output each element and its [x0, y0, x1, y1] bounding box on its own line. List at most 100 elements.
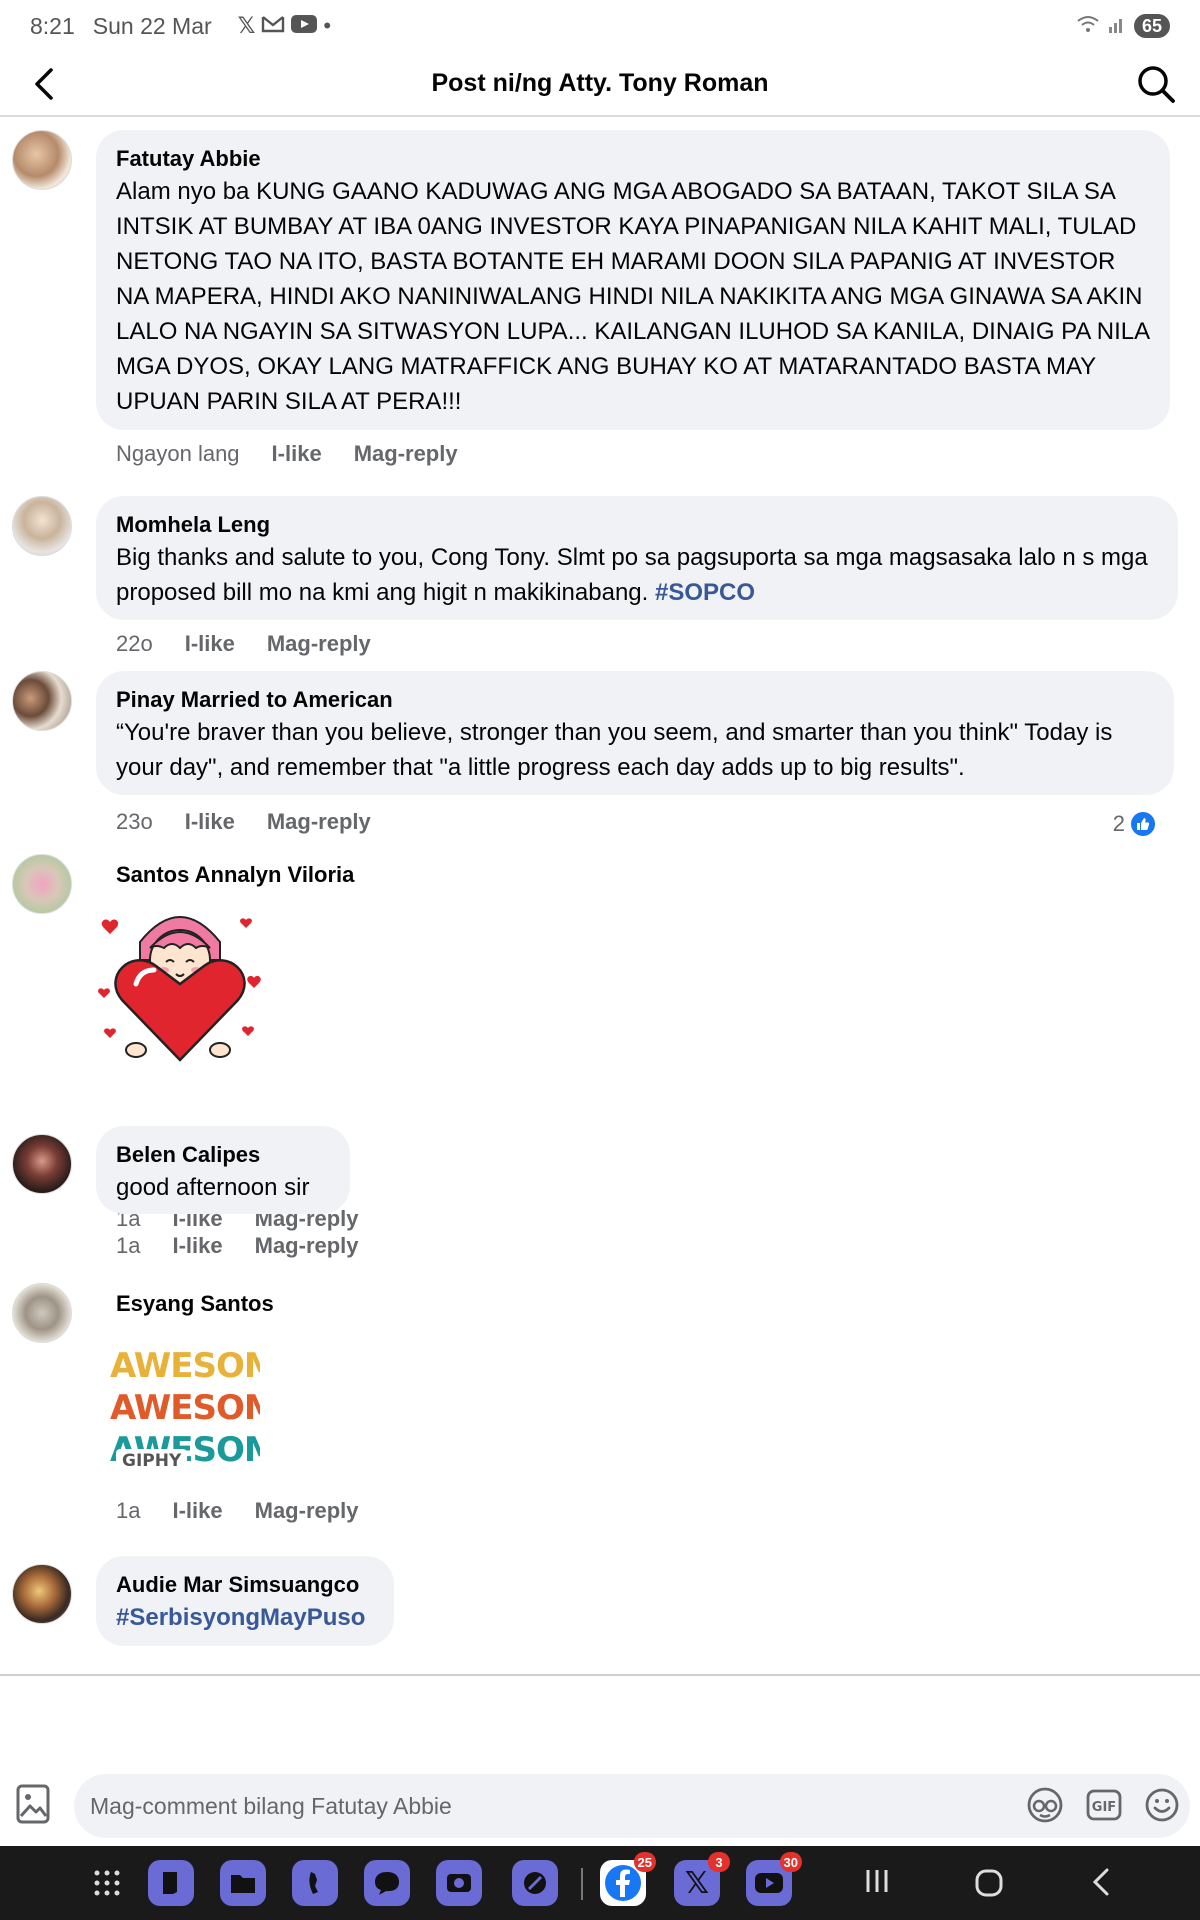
comment-text: Big thanks and salute to you, Cong Tony.…	[116, 544, 1148, 606]
battery-indicator: 65	[1133, 14, 1170, 38]
comment-author[interactable]: Belen Calipes	[116, 1140, 330, 1170]
comment-actions: 23o I-like Mag-reply	[116, 809, 371, 835]
avatar[interactable]	[12, 1134, 72, 1194]
like-button[interactable]: I-like	[185, 809, 235, 835]
like-button[interactable]: I-like	[172, 1233, 222, 1259]
comment-actions: 1a I-like Mag-reply	[116, 1233, 359, 1259]
reply-button[interactable]: Mag-reply	[267, 809, 371, 835]
comment-composer: Mag-comment bilang Fatutay Abbie GIF	[0, 1766, 1200, 1846]
status-time: 8:21	[30, 12, 75, 39]
camera-app-icon[interactable]	[436, 1860, 482, 1906]
emoji-icon[interactable]	[1144, 1787, 1180, 1828]
giphy-label: GIPHY	[116, 1449, 188, 1473]
comment-bubble: Momhela Leng Big thanks and salute to yo…	[96, 496, 1178, 620]
hashtag-link[interactable]: #SOPCO	[655, 579, 755, 606]
reply-button[interactable]: Mag-reply	[255, 1233, 359, 1259]
comment-bubble: Belen Calipes good afternoon sir	[96, 1126, 350, 1214]
dot-icon: •	[323, 13, 332, 38]
comment-author[interactable]: Fatutay Abbie	[116, 144, 1150, 174]
reply-button[interactable]: Mag-reply	[267, 631, 371, 657]
comment-author[interactable]: Audie Mar Simsuangco	[116, 1570, 374, 1600]
notification-badge: 3	[708, 1852, 730, 1872]
files-app-icon[interactable]	[220, 1860, 266, 1906]
comment-bubble: Audie Mar Simsuangco #SerbisyongMayPuso	[96, 1556, 394, 1646]
comment-bubble: Pinay Married to American “You're braver…	[96, 671, 1174, 795]
status-date: Sun 22 Mar	[92, 12, 212, 39]
signal-icon	[1108, 15, 1126, 38]
facebook-app-icon[interactable]: 25	[600, 1852, 656, 1906]
back-button[interactable]	[20, 60, 68, 108]
notification-icons: 𝕏 •	[238, 13, 331, 39]
comment-actions: Ngayon lang I-like Mag-reply	[116, 441, 458, 467]
post-header: Post ni/ng Atty. Tony Roman	[0, 52, 1200, 117]
reaction-count: 2	[1112, 811, 1125, 836]
x-app-icon[interactable]: 𝕏 3	[674, 1852, 730, 1906]
composer-icons: GIF	[1026, 1786, 1180, 1829]
page-title: Post ni/ng Atty. Tony Roman	[431, 69, 769, 97]
avatar[interactable]	[12, 1564, 72, 1624]
like-button[interactable]: I-like	[272, 441, 322, 467]
reply-button[interactable]: Mag-reply	[255, 1498, 359, 1524]
comment-author[interactable]: Momhela Leng	[116, 510, 1158, 540]
photo-icon[interactable]	[16, 1784, 54, 1826]
search-icon	[1138, 66, 1175, 103]
notification-badge: 25	[633, 1852, 656, 1872]
chevron-left-icon	[35, 68, 53, 100]
x-logo-icon: 𝕏	[684, 1866, 710, 1900]
avatar[interactable]	[12, 130, 72, 190]
messages-app-icon[interactable]	[364, 1860, 410, 1906]
phone-app-icon[interactable]	[292, 1860, 338, 1906]
system-navigation-bar: 25 𝕏 3 30	[0, 1846, 1200, 1920]
comment-time: 1a	[116, 1498, 141, 1523]
gif-text-line: AWESOME!	[110, 1388, 260, 1428]
like-button[interactable]: I-like	[185, 631, 235, 657]
notification-badge: 30	[779, 1852, 802, 1872]
comment-input[interactable]: Mag-comment bilang Fatutay Abbie	[74, 1774, 1190, 1838]
comment-text: good afternoon sir	[116, 1174, 310, 1201]
status-bar: 8:21 Sun 22 Mar 𝕏 • 65	[0, 0, 1200, 52]
comment-time: Ngayon lang	[116, 441, 240, 466]
thumbs-up-icon	[1131, 812, 1155, 836]
comment-time: 1a	[116, 1233, 141, 1258]
youtube-app-icon[interactable]: 30	[746, 1852, 802, 1906]
comment-author[interactable]: Pinay Married to American	[116, 685, 1154, 715]
x-icon: 𝕏	[237, 13, 256, 38]
svg-text:GIF: GIF	[1092, 1800, 1116, 1815]
avatar[interactable]	[12, 496, 72, 556]
apps-grid-icon[interactable]	[84, 1860, 130, 1906]
divider	[0, 1674, 1200, 1676]
comment-text: Alam nyo ba KUNG GAANO KADUWAG ANG MGA A…	[116, 178, 1149, 415]
like-button[interactable]: I-like	[172, 1498, 222, 1524]
search-button[interactable]	[1130, 58, 1182, 110]
recent-apps-button[interactable]	[864, 1866, 890, 1904]
dock-divider	[581, 1868, 583, 1900]
gmail-icon	[261, 13, 285, 39]
wifi-icon	[1076, 14, 1100, 39]
gif-icon[interactable]: GIF	[1086, 1789, 1122, 1826]
comment-time: 23o	[116, 809, 153, 834]
comment-author[interactable]: Santos Annalyn Viloria	[116, 862, 354, 888]
hashtag-link[interactable]: #SerbisyongMayPuso	[116, 1600, 374, 1635]
pen-app-icon[interactable]	[512, 1860, 558, 1906]
awesome-gif[interactable]: AWESOME! AWESOME! AWESOME! GIPHY	[110, 1345, 260, 1475]
reaction-summary[interactable]: 2	[1113, 811, 1155, 837]
comment-text-wrapper: Big thanks and salute to you, Cong Tony.…	[116, 540, 1158, 610]
avatar[interactable]	[12, 1283, 72, 1343]
comment-bubble: Fatutay Abbie Alam nyo ba KUNG GAANO KAD…	[96, 130, 1170, 430]
comment-author[interactable]: Esyang Santos	[116, 1291, 274, 1317]
comment-actions: 1a I-like Mag-reply	[116, 1498, 359, 1524]
comment-time: 22o	[116, 631, 153, 656]
gif-text-line: AWESOME!	[110, 1346, 260, 1386]
comment-text: “You're braver than you believe, stronge…	[116, 719, 1113, 781]
notes-app-icon[interactable]	[148, 1860, 194, 1906]
avatar[interactable]	[12, 854, 72, 914]
comment-actions: 22o I-like Mag-reply	[116, 631, 371, 657]
status-right: 65	[1076, 14, 1170, 39]
back-nav-button[interactable]	[1090, 1866, 1112, 1906]
reply-button[interactable]: Mag-reply	[354, 441, 458, 467]
avatar-sticker-icon[interactable]	[1026, 1786, 1064, 1829]
heart-girl-sticker[interactable]	[96, 900, 264, 1068]
home-button[interactable]	[974, 1868, 1004, 1906]
comment-placeholder: Mag-comment bilang Fatutay Abbie	[90, 1792, 452, 1819]
avatar[interactable]	[12, 671, 72, 731]
